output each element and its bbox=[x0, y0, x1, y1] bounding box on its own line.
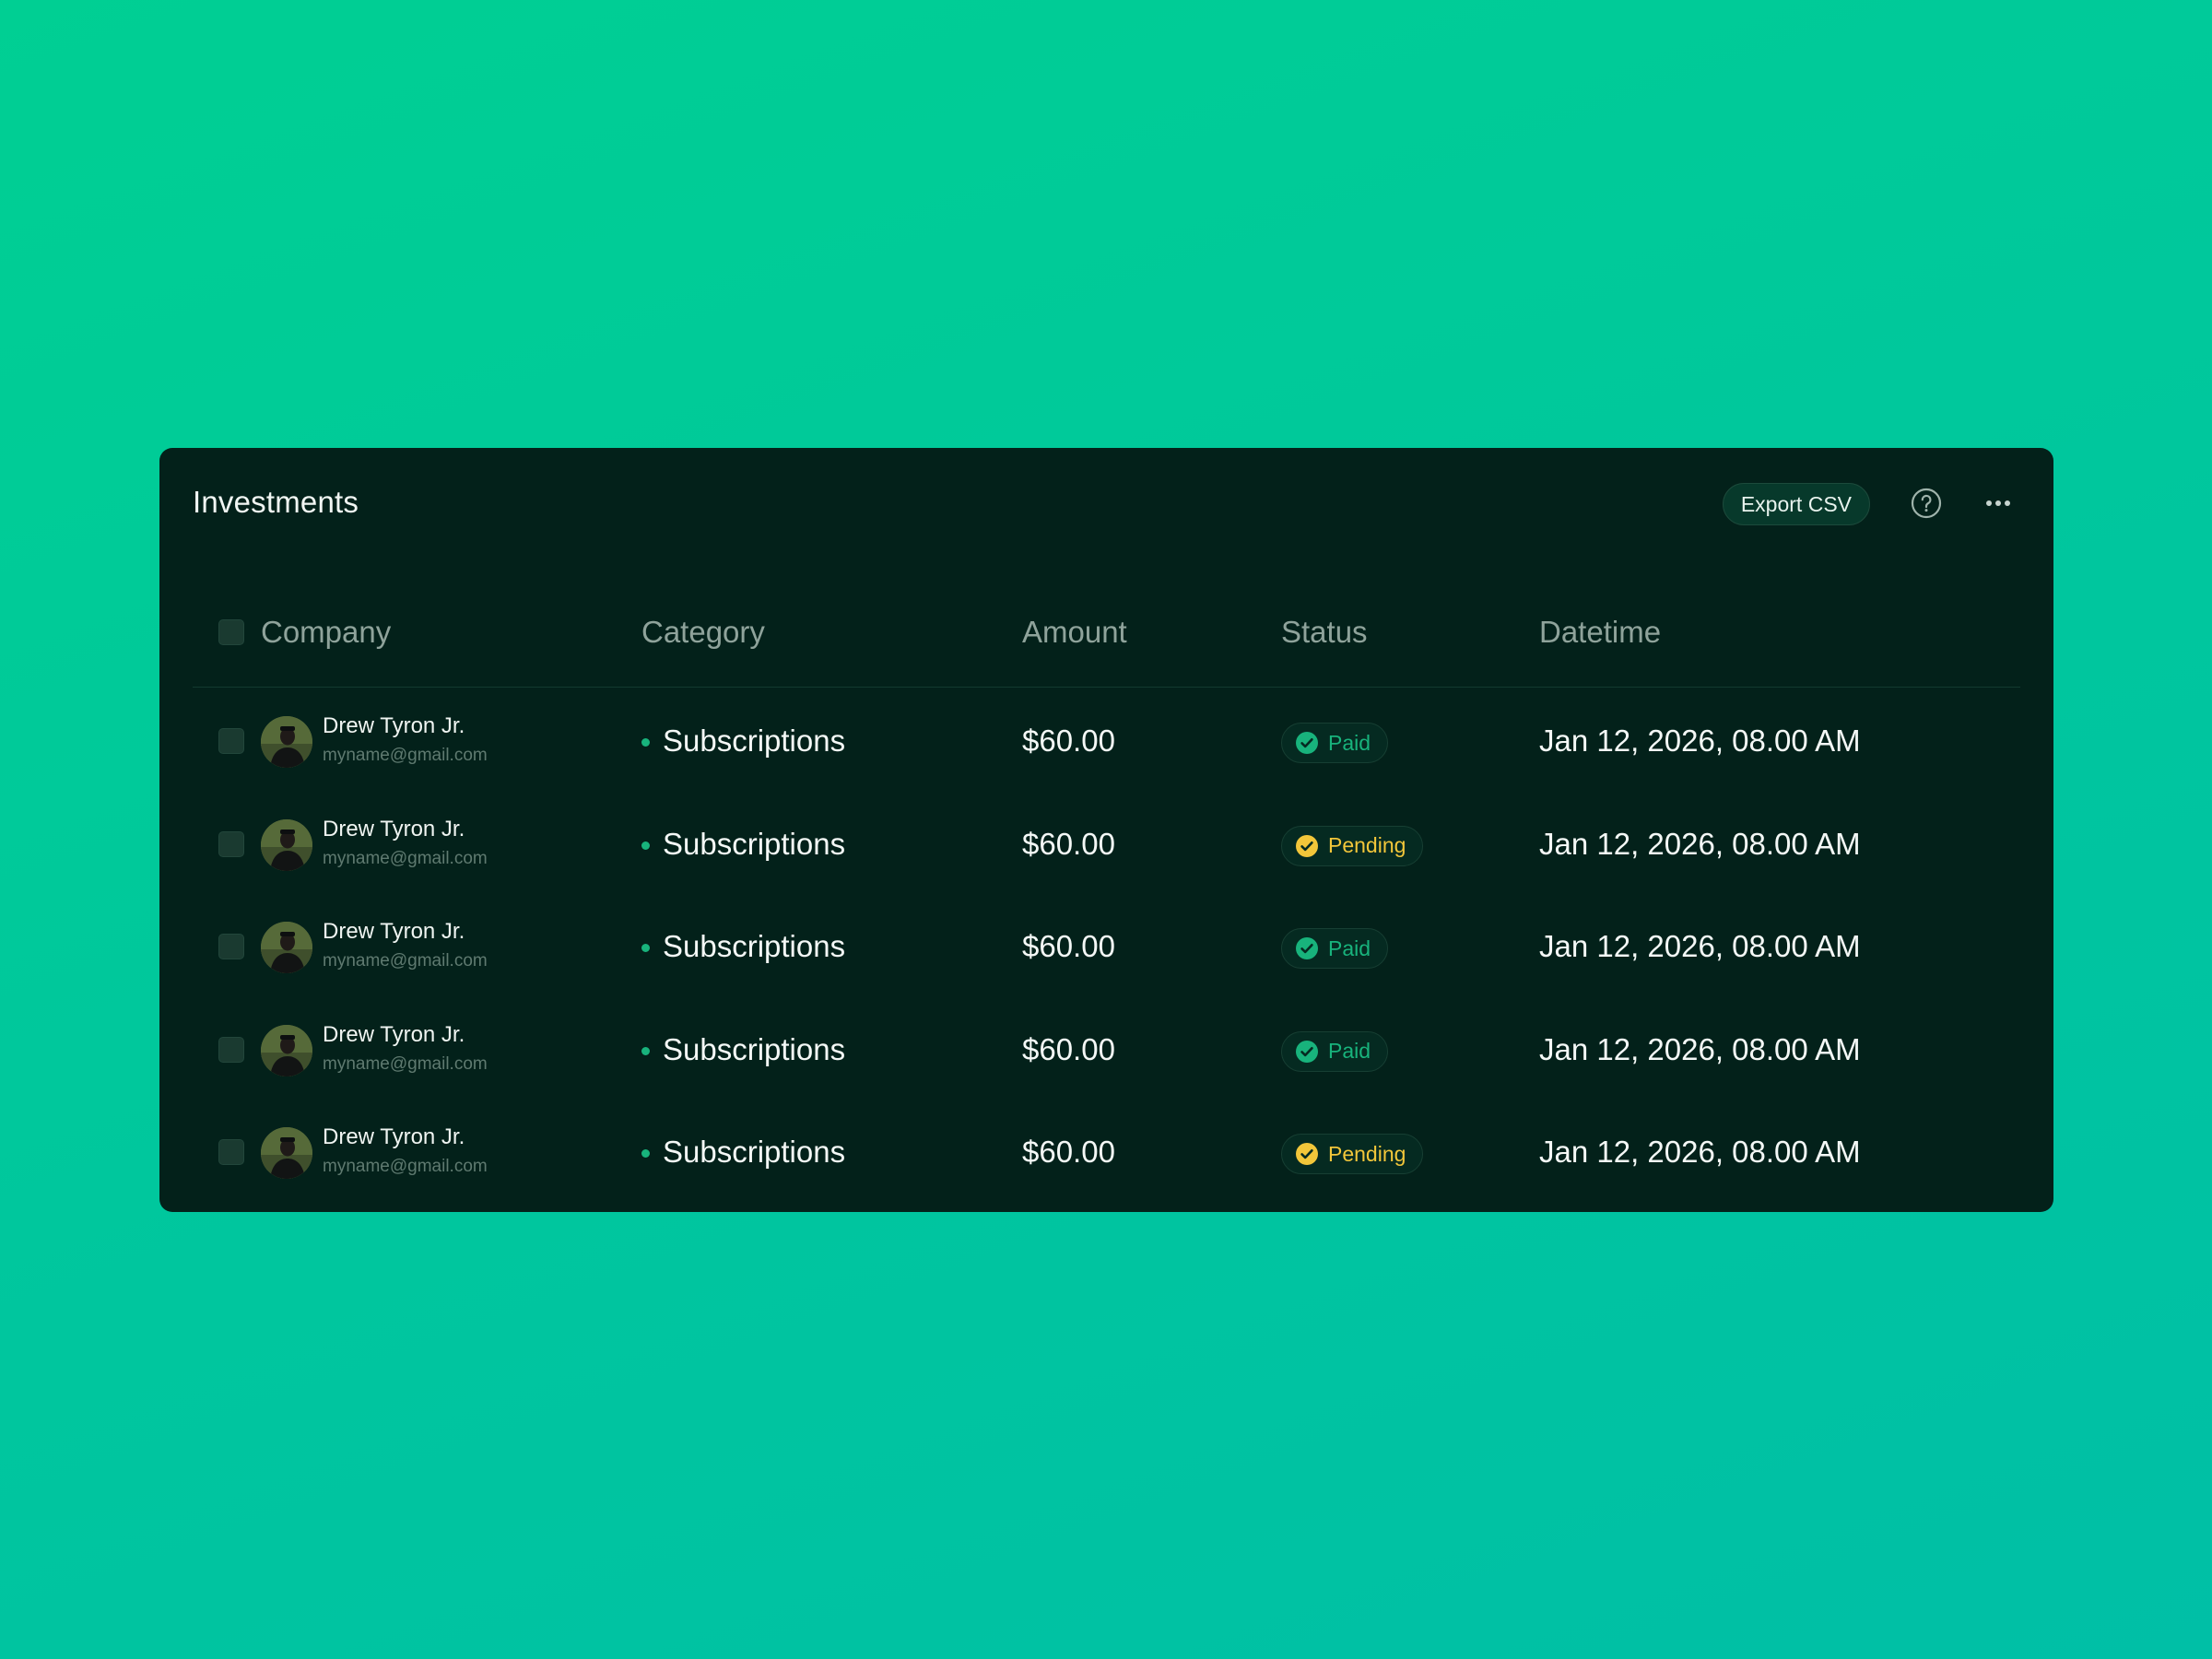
status-label: Pending bbox=[1328, 833, 1406, 857]
category-text: Subscriptions bbox=[663, 724, 846, 758]
company-email: myname@gmail.com bbox=[323, 951, 488, 971]
status-badge: Paid bbox=[1281, 723, 1389, 763]
company-name: Drew Tyron Jr. bbox=[323, 816, 465, 841]
avatar bbox=[261, 1024, 312, 1077]
column-header-company[interactable]: Company bbox=[261, 577, 391, 688]
category-dot bbox=[641, 841, 650, 850]
category-dot bbox=[641, 738, 650, 747]
company-name: Drew Tyron Jr. bbox=[323, 1021, 465, 1047]
amount-value: $60.00 bbox=[1022, 929, 1115, 963]
datetime-value: Jan 12, 2026, 08.00 AM bbox=[1539, 1135, 1861, 1169]
column-header-amount[interactable]: Amount bbox=[1022, 577, 1127, 688]
datetime-value: Jan 12, 2026, 08.00 AM bbox=[1539, 1031, 1861, 1066]
column-header-category[interactable]: Category bbox=[641, 577, 765, 688]
status-label: Pending bbox=[1328, 1141, 1406, 1166]
table-row[interactable]: Drew Tyron Jr. myname@gmail.com Subscrip… bbox=[193, 999, 2020, 1101]
select-all-checkbox[interactable] bbox=[218, 619, 244, 645]
status-label: Paid bbox=[1328, 935, 1371, 960]
status-label: Paid bbox=[1328, 730, 1371, 755]
company-email: myname@gmail.com bbox=[323, 1157, 488, 1176]
check-circle-icon bbox=[1295, 936, 1319, 960]
row-checkbox[interactable] bbox=[218, 830, 244, 857]
export-csv-button[interactable]: Export CSV bbox=[1722, 483, 1870, 525]
category-text: Subscriptions bbox=[663, 1135, 846, 1169]
avatar bbox=[261, 818, 312, 871]
category-text: Subscriptions bbox=[663, 826, 846, 861]
status-label: Paid bbox=[1328, 1039, 1371, 1063]
datetime-value: Jan 12, 2026, 08.00 AM bbox=[1539, 929, 1861, 963]
company-email: myname@gmail.com bbox=[323, 848, 488, 868]
amount-value: $60.00 bbox=[1022, 826, 1115, 861]
column-header-status[interactable]: Status bbox=[1281, 577, 1368, 688]
amount-value: $60.00 bbox=[1022, 724, 1115, 758]
company-name: Drew Tyron Jr. bbox=[323, 919, 465, 944]
amount-value: $60.00 bbox=[1022, 1031, 1115, 1066]
help-circle-icon[interactable] bbox=[1910, 487, 1943, 520]
table-row[interactable]: Drew Tyron Jr. myname@gmail.com Subscrip… bbox=[193, 1101, 2020, 1204]
investments-card: Investments Export CSV Company Category … bbox=[159, 448, 2053, 1212]
status-badge: Paid bbox=[1281, 928, 1389, 969]
check-circle-icon bbox=[1295, 1040, 1319, 1064]
table-row[interactable]: Drew Tyron Jr. myname@gmail.com Subscrip… bbox=[193, 794, 2020, 896]
company-email: myname@gmail.com bbox=[323, 1053, 488, 1074]
column-header-datetime[interactable]: Datetime bbox=[1539, 577, 1661, 688]
company-email: myname@gmail.com bbox=[323, 746, 488, 765]
row-checkbox[interactable] bbox=[218, 934, 244, 959]
company-name: Drew Tyron Jr. bbox=[323, 713, 465, 738]
row-checkbox[interactable] bbox=[218, 1036, 244, 1063]
avatar bbox=[261, 716, 312, 768]
card-title: Investments bbox=[193, 485, 359, 519]
category-dot bbox=[641, 1046, 650, 1055]
avatar bbox=[261, 922, 312, 973]
check-circle-icon bbox=[1295, 834, 1319, 858]
status-badge: Pending bbox=[1281, 825, 1424, 866]
company-name: Drew Tyron Jr. bbox=[323, 1124, 465, 1149]
category-text: Subscriptions bbox=[663, 1031, 846, 1066]
category-dot bbox=[641, 1149, 650, 1158]
amount-value: $60.00 bbox=[1022, 1135, 1115, 1169]
card-header: Investments Export CSV bbox=[193, 448, 2020, 559]
table-header: Company Category Amount Status Datetime bbox=[193, 577, 2020, 688]
datetime-value: Jan 12, 2026, 08.00 AM bbox=[1539, 826, 1861, 861]
check-circle-icon bbox=[1295, 731, 1319, 755]
table-row[interactable]: Drew Tyron Jr. myname@gmail.com Subscrip… bbox=[193, 896, 2020, 998]
check-circle-icon bbox=[1295, 1142, 1319, 1166]
datetime-value: Jan 12, 2026, 08.00 AM bbox=[1539, 724, 1861, 758]
category-text: Subscriptions bbox=[663, 929, 846, 963]
status-badge: Paid bbox=[1281, 1030, 1389, 1072]
category-dot bbox=[641, 944, 650, 952]
table-row[interactable]: Drew Tyron Jr. myname@gmail.com Subscrip… bbox=[193, 690, 2020, 793]
more-horizontal-icon[interactable] bbox=[1982, 487, 2015, 520]
avatar bbox=[261, 1127, 312, 1179]
row-checkbox[interactable] bbox=[218, 1139, 244, 1165]
status-badge: Pending bbox=[1281, 1134, 1424, 1174]
row-checkbox[interactable] bbox=[218, 728, 244, 754]
